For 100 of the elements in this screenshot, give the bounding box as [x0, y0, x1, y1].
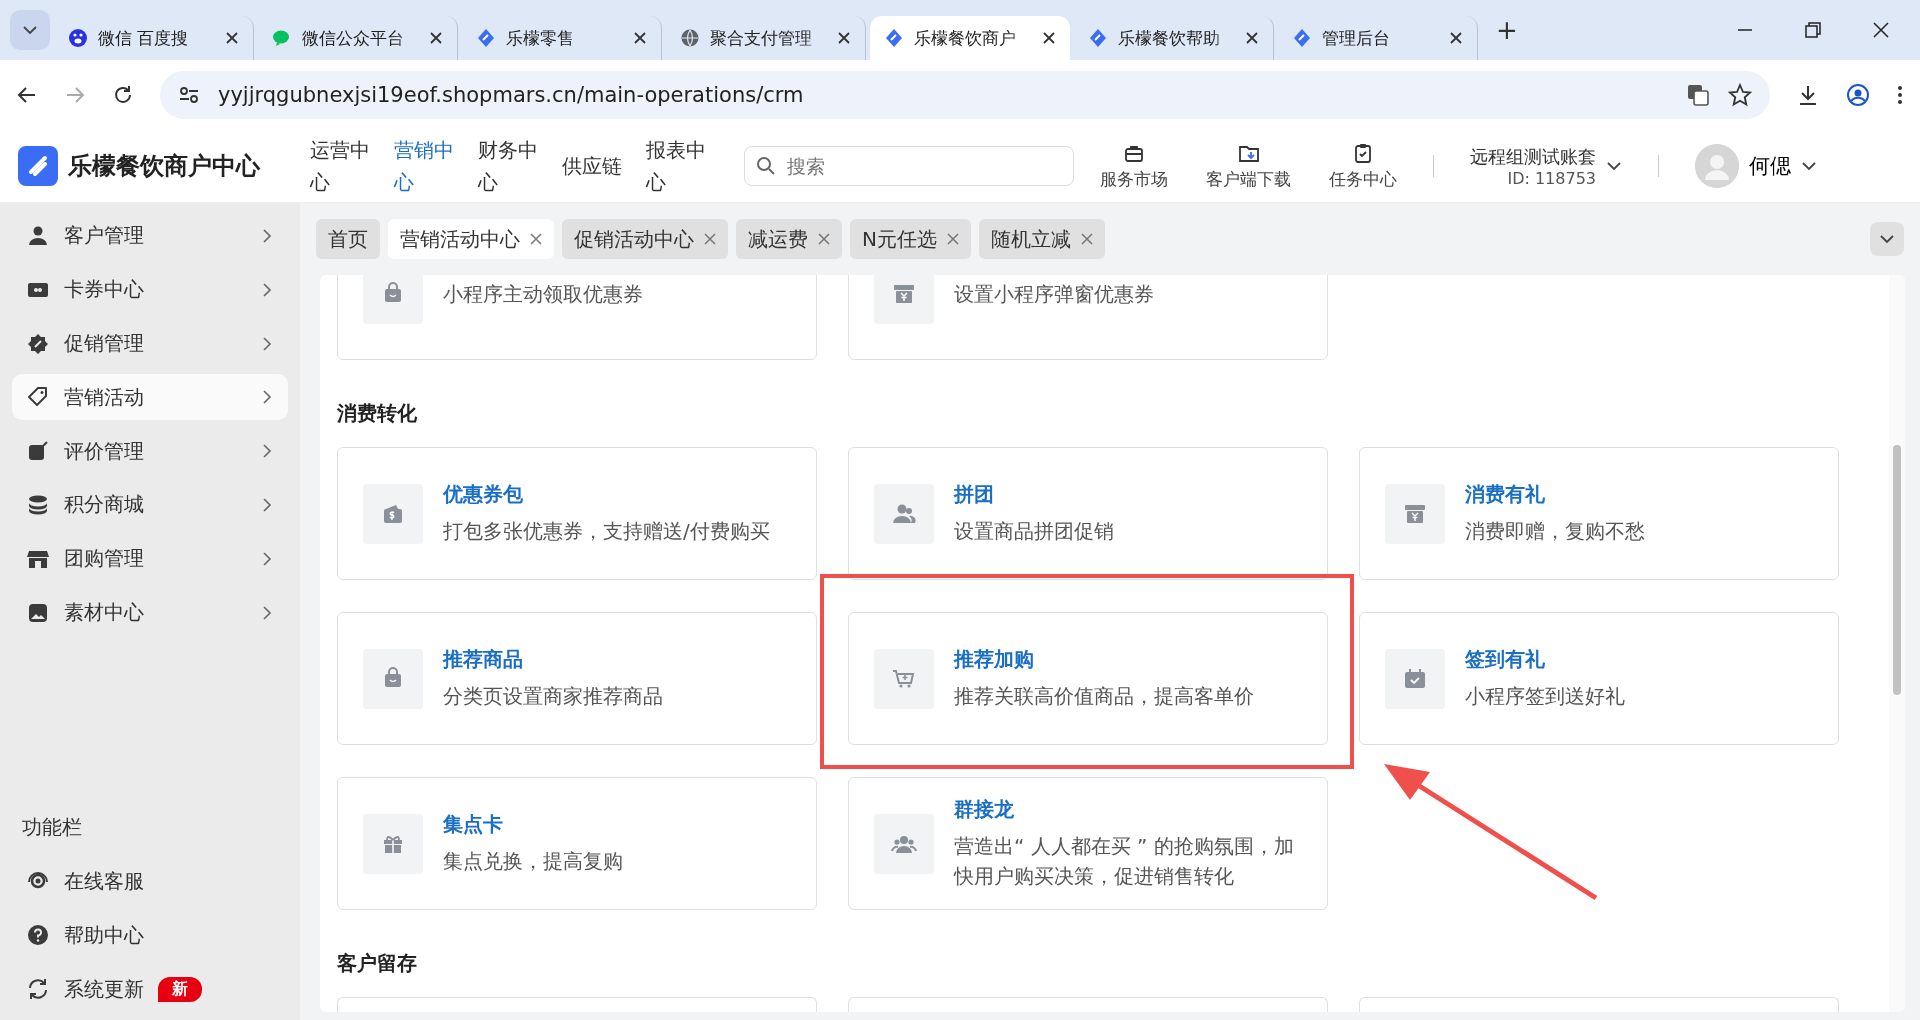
star-icon[interactable] — [1728, 83, 1752, 107]
feature-card[interactable]: 群接龙 营造出“ 人人都在买 ” 的抢购氛围，加快用户购买决策，促进销售转化 — [848, 777, 1328, 910]
toolbar-button[interactable]: 任务中心 — [1323, 140, 1403, 192]
card-title: 消费有礼 — [1465, 481, 1546, 508]
section-heading: 客户留存 — [337, 950, 418, 977]
close-icon[interactable] — [837, 31, 851, 45]
page-tab[interactable]: 随机立减 — [978, 219, 1105, 259]
restore-icon[interactable] — [1804, 21, 1822, 39]
card-description: 集点兑换，提高复购 — [443, 848, 623, 875]
chevron-right-icon — [260, 390, 274, 405]
new-tab-button[interactable]: + — [1490, 14, 1524, 46]
feature-card[interactable]: 优惠券包 打包多张优惠券，支持赠送/付费购买 — [337, 447, 817, 580]
chevron-right-icon — [260, 444, 274, 459]
reload-icon[interactable] — [112, 84, 134, 106]
card-description: 消费即赠，复购不愁 — [1465, 518, 1645, 545]
nav-item[interactable]: 财务中心 — [478, 134, 540, 198]
chevron-right-icon — [260, 497, 274, 512]
account-switcher[interactable]: 远程组测试账套 ID: 118753 — [1464, 143, 1628, 189]
card-title: 群接龙 — [954, 796, 1015, 823]
nav-item[interactable]: 报表中心 — [646, 134, 708, 198]
sidebar-item[interactable]: 素材中心 — [12, 589, 288, 636]
page-tab[interactable]: 首页 — [316, 219, 380, 259]
card-description: 设置商品拼团促销 — [954, 518, 1114, 545]
close-icon[interactable] — [1042, 31, 1056, 45]
card-description: 推荐关联高价值商品，提高客单价 — [954, 683, 1254, 710]
nav-item[interactable]: 营销中心 — [394, 134, 456, 198]
card-title: 推荐商品 — [443, 646, 524, 673]
close-icon[interactable] — [1245, 31, 1259, 45]
chevron-right-icon — [260, 551, 274, 566]
chevron-right-icon — [260, 605, 274, 620]
page-tab[interactable]: 减运费 — [736, 219, 842, 259]
card-title: 优惠券包 — [443, 481, 524, 508]
chevron-right-icon — [260, 282, 274, 297]
close-icon[interactable] — [225, 31, 239, 45]
card-title: 拼团 — [954, 481, 995, 508]
discount-badge-icon — [26, 331, 50, 356]
diamond-logo-icon — [1292, 28, 1312, 48]
feature-card[interactable]: 推荐加购 推荐关联高价值商品，提高客单价 — [848, 612, 1328, 745]
card-title: 推荐加购 — [954, 646, 1035, 673]
tabs-menu-button[interactable] — [1870, 222, 1904, 256]
clipboard-check-icon — [1352, 141, 1374, 164]
globe-icon — [680, 28, 700, 48]
sidebar-item[interactable]: 营销活动 — [12, 374, 288, 421]
sidebar-item[interactable]: 系统更新 新 — [12, 966, 288, 1012]
brand-logo-icon — [18, 146, 58, 186]
feature-card[interactable]: 消费有礼 消费即赠，复购不愁 — [1359, 447, 1839, 580]
brand-name: 乐檬餐饮商户中心 — [68, 151, 260, 182]
sidebar-item[interactable]: 卡券中心 — [12, 266, 288, 313]
sidebar-item[interactable]: 评价管理 — [12, 428, 288, 475]
address-bar[interactable]: yyjjrqgubnexjsi19eof.shopmars.cn/main-operations/crm — [160, 71, 1770, 119]
section-heading: 消费转化 — [337, 400, 418, 427]
nav-item[interactable]: 运营中心 — [310, 134, 372, 198]
new-badge: 新 — [158, 976, 202, 1002]
feature-card[interactable]: 集点卡 集点兑换，提高复购 — [337, 777, 817, 910]
scrollbar[interactable] — [1889, 275, 1905, 1012]
diamond-logo-icon — [884, 28, 904, 48]
card-description: 小程序主动领取优惠券 — [443, 280, 643, 308]
sidebar-item[interactable]: 积分商城 — [12, 482, 288, 528]
close-icon[interactable] — [429, 31, 443, 45]
translate-icon[interactable] — [1686, 83, 1710, 107]
avatar-icon — [1695, 144, 1739, 188]
close-icon[interactable] — [633, 31, 647, 45]
toolbar-button[interactable]: 客户端下载 — [1200, 140, 1297, 192]
page-tab[interactable]: 营销活动中心 — [388, 219, 554, 259]
page-tab[interactable]: N元任选 — [850, 219, 971, 259]
sidebar-item[interactable]: 团购管理 — [12, 535, 288, 582]
feature-card[interactable]: 小程序主动领取优惠券 — [337, 275, 817, 360]
site-settings-icon[interactable] — [178, 84, 200, 106]
close-icon[interactable] — [1449, 31, 1463, 45]
close-icon[interactable] — [1872, 21, 1890, 39]
feature-card[interactable]: 拼团 设置商品拼团促销 — [848, 447, 1328, 580]
diamond-logo-icon — [1088, 28, 1108, 48]
feature-card[interactable]: 推荐商品 分类页设置商家推荐商品 — [337, 612, 817, 745]
sidebar-item[interactable]: 客户管理 — [12, 213, 288, 259]
card-title: 集点卡 — [443, 811, 504, 838]
search-field[interactable]: 搜索 — [744, 146, 1074, 186]
sidebar-item[interactable]: 帮助中心 — [12, 912, 288, 959]
card-description: 小程序签到送好礼 — [1465, 683, 1625, 710]
chevron-right-icon — [260, 228, 274, 243]
feature-card[interactable]: 设置小程序弹窗优惠券 — [848, 275, 1328, 360]
sidebar-item[interactable]: 在线客服 — [12, 858, 288, 905]
refresh-icon — [26, 977, 50, 1002]
browser-tab[interactable]: 乐檬餐饮商户 — [870, 16, 1070, 60]
nav-item[interactable]: 供应链 — [562, 134, 624, 198]
toolbar-button[interactable]: 服务市场 — [1094, 140, 1174, 192]
card-description: 分类页设置商家推荐商品 — [443, 683, 663, 710]
help-icon — [26, 923, 50, 948]
feature-card[interactable]: 签到有礼 小程序签到送好礼 — [1359, 612, 1839, 745]
card-description: 营造出“ 人人都在买 ” 的抢购氛围，加快用户购买决策，促进销售转化 — [954, 833, 1295, 890]
paw-icon — [68, 28, 88, 48]
user-menu[interactable]: 何偲 — [1689, 143, 1823, 189]
sidebar-item[interactable]: 促销管理 — [12, 320, 288, 367]
more-icon[interactable] — [1896, 83, 1904, 107]
profile-icon[interactable] — [1846, 83, 1870, 107]
page-tab[interactable]: 促销活动中心 — [562, 219, 728, 259]
chevron-right-icon — [260, 336, 274, 351]
card-description: 打包多张优惠券，支持赠送/付费购买 — [443, 518, 770, 545]
chat-bubble-icon — [272, 28, 292, 48]
tab-list-button[interactable] — [10, 10, 50, 50]
card-description: 设置小程序弹窗优惠券 — [954, 280, 1154, 308]
